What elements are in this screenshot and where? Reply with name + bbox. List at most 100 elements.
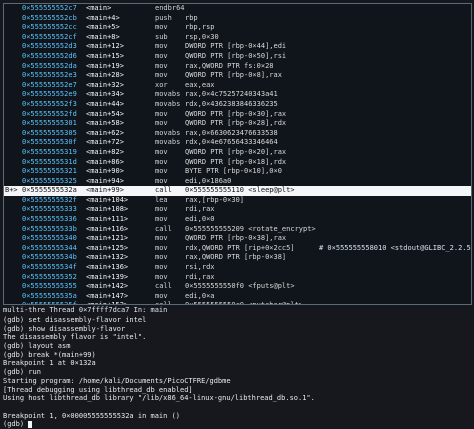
instruction-address: 0×55555555321 — [22, 167, 77, 176]
disassembly-row: 0×5555555531d <main+86> mov QWORD PTR [rbp-… — [4, 158, 471, 168]
instruction-address: 0×5555555534f — [22, 263, 77, 272]
operands: rax,0×6630623476633538 — [185, 128, 278, 137]
text-cursor[interactable] — [28, 420, 33, 428]
disassembly-row: 0×55555555336 <main+111> mov edi,0×0 — [4, 215, 471, 225]
function-offset: <main+8> — [86, 32, 120, 41]
mnemonic: movabs — [155, 138, 181, 147]
function-offset: <main+121> — [86, 234, 129, 243]
gdb-console[interactable]: (gdb) set disassembly-flavor intel (gdb) … — [3, 316, 470, 428]
instruction-address: 0×555555552cc — [22, 23, 77, 32]
operands: rbp — [185, 13, 198, 22]
console-text: Breakpoint 1, 0×00005555555532a in main … — [3, 411, 181, 420]
operands: rax,QWORD PTR [rbp-0×38] — [185, 253, 287, 262]
console-text: Breakpoint 1 at 0×132a — [3, 359, 96, 368]
mnemonic: endbr64 — [155, 4, 185, 12]
disassembly-row: 0×555555552d3 <main+12> mov DWORD PTR [rbp-… — [4, 42, 471, 52]
disassembly-row: 0×55555555352 <main+139> mov rdi,rax — [4, 273, 471, 283]
function-offset: <main+147> — [86, 291, 129, 300]
disassembly-row: B+> 0×5555555532a <main+99> call 0×555555555… — [4, 186, 471, 196]
function-offset: <main+142> — [86, 282, 129, 291]
function-offset: <main+32> — [86, 80, 124, 89]
disassembly-row: 0×555555552c7 <main> endbr64 — [4, 4, 471, 14]
instruction-address: 0×555555552e3 — [22, 71, 77, 80]
console-line: (gdb) break *(main+99) — [3, 351, 470, 360]
console-line: (gdb) — [3, 420, 470, 429]
function-offset: <main+72> — [86, 138, 124, 147]
function-offset: <main+28> — [86, 71, 124, 80]
console-line: (gdb) layout asm — [3, 342, 470, 351]
terminal-window: 0×555555552c7 <main> endbr64 0×555555552cb <… — [0, 0, 474, 428]
instruction-address: 0×55555555305 — [22, 128, 77, 137]
function-offset: <main> — [86, 4, 112, 12]
status-text: multi-thre Thread 0×7ffff7dca7 In: main — [3, 306, 168, 314]
function-offset: <main+99> — [86, 186, 124, 195]
operands: rdx,0×4362383846336235 — [185, 99, 278, 108]
console-text: (gdb) — [3, 420, 29, 429]
disassembly-row: 0×555555552e9 <main+34> movabs rax,0×4c7525… — [4, 90, 471, 100]
disassembly-row: 0×555555552cf <main+8> sub rsp,0×30 — [4, 33, 471, 43]
disassembly-row: 0×5555555530f <main+72> movabs rdx,0×4e6765… — [4, 138, 471, 148]
operands: QWORD PTR [rbp-0×28],rdx — [185, 119, 287, 128]
console-line: (gdb) show disassembly-flavor — [3, 325, 470, 334]
instruction-address: 0×555555552e9 — [22, 90, 77, 99]
console-text: The disassembly flavor is "intel". — [3, 333, 147, 342]
operands: rbp,rsp — [185, 23, 215, 32]
mnemonic: mov — [155, 109, 168, 118]
mnemonic: mov — [155, 234, 168, 243]
instruction-address: 0×555555552da — [22, 61, 77, 70]
operands: rdi,rax — [185, 205, 215, 214]
operands: rsi,rdx — [185, 263, 215, 272]
console-line: [Thread debugging using libthread_db ena… — [3, 386, 470, 395]
disassembly-row: 0×555555552cc <main+5> mov rbp,rsp — [4, 23, 471, 33]
operands: DWORD PTR [rbp-0×44],edi — [185, 42, 287, 51]
console-text: (gdb) show disassembly-flavor — [3, 324, 126, 333]
disassembly-row: 0×555555552e3 <main+28> mov QWORD PTR [rbp-… — [4, 71, 471, 81]
operands: 0×5555555550f0 <fputs@plt> — [185, 282, 295, 291]
function-offset: <main+5> — [86, 23, 120, 32]
instruction-address: 0×55555555344 — [22, 243, 77, 252]
disassembly-row: 0×55555555355 <main+142> call 0×5555555550f… — [4, 282, 471, 292]
disassembly-row: 0×55555555344 <main+125> mov rdx,QWORD PTR … — [4, 244, 471, 254]
operands: QWORD PTR [rbp-0×38],rax — [185, 234, 287, 243]
mnemonic: push — [155, 13, 172, 22]
mnemonic: sub — [155, 32, 168, 41]
console-text: Starting program: /home/kali/Documents/P… — [3, 376, 231, 385]
console-line: (gdb) set disassembly-flavor intel — [3, 316, 470, 325]
function-offset: <main+104> — [86, 195, 129, 204]
status-line: multi-thre Thread 0×7ffff7dca7 In: main — [3, 306, 470, 315]
disassembly-row: 0×555555552fd <main+54> mov QWORD PTR [rbp-… — [4, 110, 471, 120]
mnemonic: mov — [155, 263, 168, 272]
disassembly-row: 0×55555555301 <main+58> mov QWORD PTR [rbp-… — [4, 119, 471, 129]
operands: 0×555555555209 <rotate_encrypt> — [185, 224, 316, 233]
mnemonic: mov — [155, 157, 168, 166]
breakpoint-marker: B+> — [5, 186, 18, 195]
mnemonic: call — [155, 301, 172, 304]
mnemonic: mov — [155, 243, 168, 252]
disassembly-row: 0×5555555532f <main+104> lea rax,[rbp-0×30] — [4, 196, 471, 206]
operands: rdx,0×4e67656433346464 — [185, 138, 278, 147]
mnemonic: mov — [155, 23, 168, 32]
mnemonic: mov — [155, 215, 168, 224]
disassembly-row: 0×55555555333 <main+108> mov rdi,rax — [4, 205, 471, 215]
function-offset: <main+19> — [86, 61, 124, 70]
function-offset: <main+136> — [86, 263, 129, 272]
function-offset: <main+62> — [86, 128, 124, 137]
instruction-comment: # 0×555555558010 <stdout@GLIBC_2.2.5> — [319, 243, 472, 252]
console-text: [Thread debugging using libthread_db ena… — [3, 385, 193, 394]
console-text: (gdb) set disassembly-flavor intel — [3, 316, 147, 324]
operands: QWORD PTR [rbp-0×30],rax — [185, 109, 287, 118]
instruction-address: 0×55555555352 — [22, 272, 77, 281]
function-offset: <main+15> — [86, 51, 124, 60]
operands: rax,0×4c75257240343a41 — [185, 90, 278, 99]
disassembly-row: 0×555555552d6 <main+15> mov QWORD PTR [rbp-… — [4, 52, 471, 62]
mnemonic: call — [155, 282, 172, 291]
function-offset: <main+139> — [86, 272, 129, 281]
instruction-address: 0×555555552e7 — [22, 80, 77, 89]
mnemonic: mov — [155, 253, 168, 262]
disassembly-row: 0×5555555535f <main+152> call 0×5555555550c… — [4, 301, 471, 304]
console-line: The disassembly flavor is "intel". — [3, 333, 470, 342]
function-offset: <main+108> — [86, 205, 129, 214]
mnemonic: call — [155, 224, 172, 233]
function-offset: <main+125> — [86, 243, 129, 252]
